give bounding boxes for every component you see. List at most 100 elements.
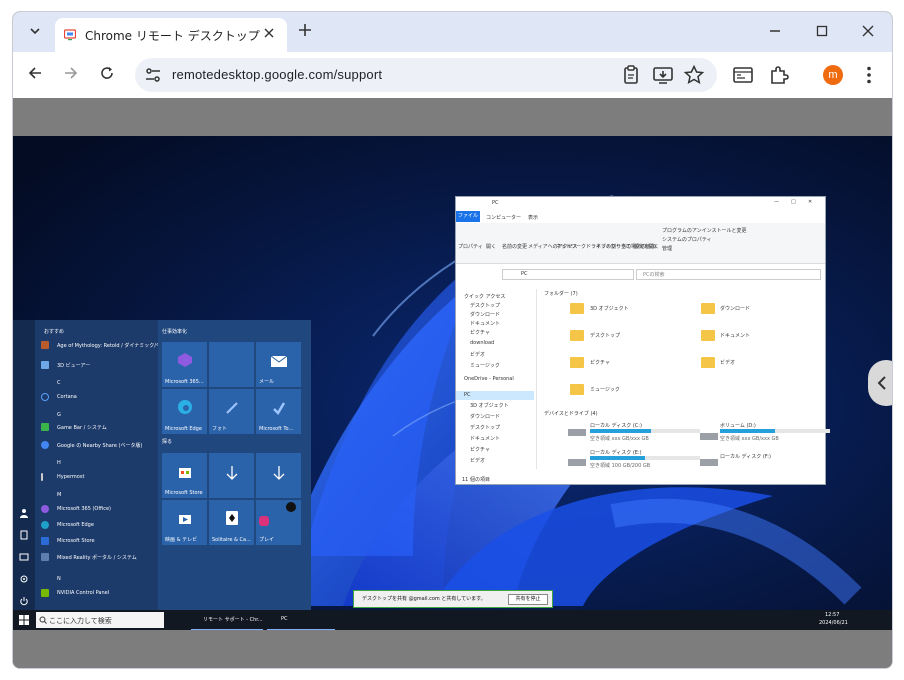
new-tab-button[interactable] bbox=[291, 18, 319, 46]
explorer-search-box[interactable]: PCの検索 bbox=[636, 269, 821, 280]
explorer-address-bar[interactable]: PC bbox=[502, 269, 634, 280]
drive-name[interactable]: ローカル ディスク (E:) bbox=[590, 449, 642, 456]
tile-download[interactable] bbox=[209, 453, 254, 498]
nav-item[interactable]: ピクチャ bbox=[470, 446, 490, 453]
nav-item[interactable]: 3D オブジェクト bbox=[470, 402, 509, 409]
app-list-item[interactable]: Cortana bbox=[41, 393, 77, 401]
tile-movies-tv[interactable]: 映画 & テレビ bbox=[162, 500, 207, 545]
explorer-minimize-button[interactable]: — bbox=[774, 199, 779, 205]
app-list-item[interactable]: 3D ビューアー bbox=[41, 361, 90, 369]
drive-name[interactable]: ボリューム (D:) bbox=[720, 422, 756, 429]
back-button[interactable] bbox=[21, 61, 49, 89]
url-text[interactable]: remotedesktop.google.com/support bbox=[172, 67, 382, 82]
clipboard-icon[interactable] bbox=[619, 63, 643, 87]
folder-item[interactable]: ドキュメント bbox=[720, 332, 750, 339]
folder-item[interactable]: ダウンロード bbox=[720, 305, 750, 312]
reload-button[interactable] bbox=[93, 61, 121, 89]
tab-search-button[interactable] bbox=[21, 18, 49, 46]
taskbar-item-pc[interactable]: PC bbox=[267, 611, 335, 630]
tile-app-group[interactable] bbox=[209, 342, 254, 387]
pictures-icon[interactable] bbox=[19, 552, 29, 562]
nav-item[interactable]: ピクチャ bbox=[470, 329, 490, 336]
explorer-close-button[interactable]: ✕ bbox=[808, 199, 812, 205]
nav-item[interactable]: ミュージック bbox=[470, 362, 500, 369]
app-list-item[interactable]: Microsoft Store bbox=[41, 537, 95, 545]
ribbon-properties[interactable]: プロパティ bbox=[458, 243, 483, 250]
taskbar-date[interactable]: 2024/06/21 bbox=[819, 620, 848, 626]
app-list-item[interactable]: Microsoft 365 (Office) bbox=[41, 505, 111, 513]
app-list-item[interactable]: Game Bar / システム bbox=[41, 423, 107, 431]
tile-mail[interactable]: メール bbox=[256, 342, 301, 387]
nav-item[interactable]: OneDrive - Personal bbox=[464, 376, 514, 382]
ribbon-manage[interactable]: 管理 bbox=[662, 245, 672, 252]
folder-item[interactable]: ピクチャ bbox=[590, 359, 610, 366]
nav-item[interactable]: ドキュメント bbox=[470, 435, 500, 442]
ribbon-open-settings[interactable]: 設定を開く bbox=[634, 243, 659, 250]
taskbar-search-box[interactable]: ここに入力して検索 bbox=[36, 612, 164, 628]
app-list-item[interactable]: Mixed Reality ポータル / システム bbox=[41, 553, 137, 561]
app-list-item[interactable]: NVIDIA Control Panel bbox=[41, 589, 109, 597]
install-app-icon[interactable] bbox=[651, 63, 675, 87]
tile-microsoft-365[interactable]: Microsoft 365... bbox=[162, 342, 207, 387]
drives-group-header[interactable]: デバイスとドライブ (4) bbox=[544, 410, 598, 417]
folder-item[interactable]: 3D オブジェクト bbox=[590, 305, 629, 312]
nav-item[interactable]: デスクトップ bbox=[470, 302, 500, 309]
nav-item[interactable]: ダウンロード bbox=[470, 311, 500, 318]
active-tab[interactable]: Chrome リモート デスクトップ bbox=[55, 18, 287, 52]
bookmark-star-icon[interactable] bbox=[682, 63, 706, 87]
explorer-tab-file[interactable]: ファイル bbox=[456, 211, 480, 222]
omnibox[interactable]: remotedesktop.google.com/support bbox=[135, 58, 717, 92]
media-controls-icon[interactable] bbox=[731, 63, 755, 87]
site-info-icon[interactable] bbox=[141, 63, 165, 87]
tile-download[interactable] bbox=[256, 453, 301, 498]
app-list-item[interactable]: Microsoft Edge bbox=[41, 521, 94, 529]
power-icon[interactable] bbox=[19, 596, 29, 606]
nav-item[interactable]: ダウンロード bbox=[470, 413, 500, 420]
explorer-tab-computer[interactable]: コンピューター bbox=[486, 214, 521, 221]
start-menu[interactable]: おすすめ Age of Mythology: Retold / ダイナミック/今… bbox=[13, 320, 311, 610]
side-panel-handle[interactable] bbox=[868, 360, 892, 406]
folder-item[interactable]: ビデオ bbox=[720, 359, 735, 366]
profile-avatar[interactable]: m bbox=[823, 65, 843, 85]
drive-name[interactable]: ローカル ディスク (C:) bbox=[590, 422, 642, 429]
taskbar-time[interactable]: 12:57 bbox=[825, 612, 839, 618]
nav-item[interactable]: ビデオ bbox=[470, 457, 485, 464]
tile-microsoft-store[interactable]: Microsoft Store bbox=[162, 453, 207, 498]
nav-item[interactable]: ビデオ bbox=[470, 351, 485, 358]
stop-sharing-button[interactable]: 共有を停止 bbox=[508, 594, 548, 605]
ribbon-open[interactable]: 開く bbox=[486, 243, 496, 250]
settings-gear-icon[interactable] bbox=[19, 574, 29, 584]
app-list-item[interactable]: Google の Nearby Share (ベータ版) bbox=[41, 441, 142, 449]
tile-microsoft-todo[interactable]: Microsoft To... bbox=[256, 389, 301, 434]
nav-item-selected[interactable]: PC bbox=[456, 391, 534, 400]
extensions-puzzle-icon[interactable] bbox=[767, 63, 791, 87]
minimize-button[interactable] bbox=[761, 18, 789, 46]
tile-microsoft-edge[interactable]: Microsoft Edge bbox=[162, 389, 207, 434]
forward-button[interactable] bbox=[57, 61, 85, 89]
file-explorer-window[interactable]: PC — □ ✕ ファイル コンピューター 表示 プロパティ 開く 名前の変更 … bbox=[455, 196, 830, 485]
explorer-tab-view[interactable]: 表示 bbox=[528, 214, 538, 221]
folder-item[interactable]: ミュージック bbox=[590, 386, 620, 393]
drive-name[interactable]: ローカル ディスク (F:) bbox=[720, 453, 771, 460]
tile-play[interactable]: プレイ bbox=[256, 500, 301, 545]
user-icon[interactable] bbox=[19, 508, 29, 518]
windows-start-icon[interactable] bbox=[19, 615, 29, 625]
maximize-button[interactable] bbox=[808, 18, 836, 46]
window-close-button[interactable] bbox=[854, 18, 882, 46]
tab-close-button[interactable] bbox=[259, 24, 279, 44]
nav-item[interactable]: クイック アクセス bbox=[464, 293, 505, 300]
nav-item[interactable]: デスクトップ bbox=[470, 424, 500, 431]
explorer-nav-pane[interactable]: クイック アクセス デスクトップ ダウンロード ドキュメント ピクチャ down… bbox=[456, 289, 537, 469]
taskbar-item-chrome[interactable]: リモート サポート - Chr... bbox=[191, 611, 263, 630]
folder-item[interactable]: デスクトップ bbox=[590, 332, 620, 339]
document-icon[interactable] bbox=[19, 530, 29, 540]
more-menu-icon[interactable] bbox=[857, 63, 881, 87]
nav-item[interactable]: ドキュメント bbox=[470, 320, 500, 327]
ribbon-rename[interactable]: 名前の変更 bbox=[502, 243, 527, 250]
tile-photos[interactable]: フォト bbox=[209, 389, 254, 434]
tile-solitaire[interactable]: Solitaire & Ca... bbox=[209, 500, 254, 545]
app-list-item[interactable]: Hypermost bbox=[41, 473, 84, 481]
ribbon-system-properties[interactable]: システムのプロパティ bbox=[662, 236, 712, 243]
folders-group-header[interactable]: フォルダー (7) bbox=[544, 290, 578, 297]
explorer-maximize-button[interactable]: □ bbox=[791, 199, 796, 205]
